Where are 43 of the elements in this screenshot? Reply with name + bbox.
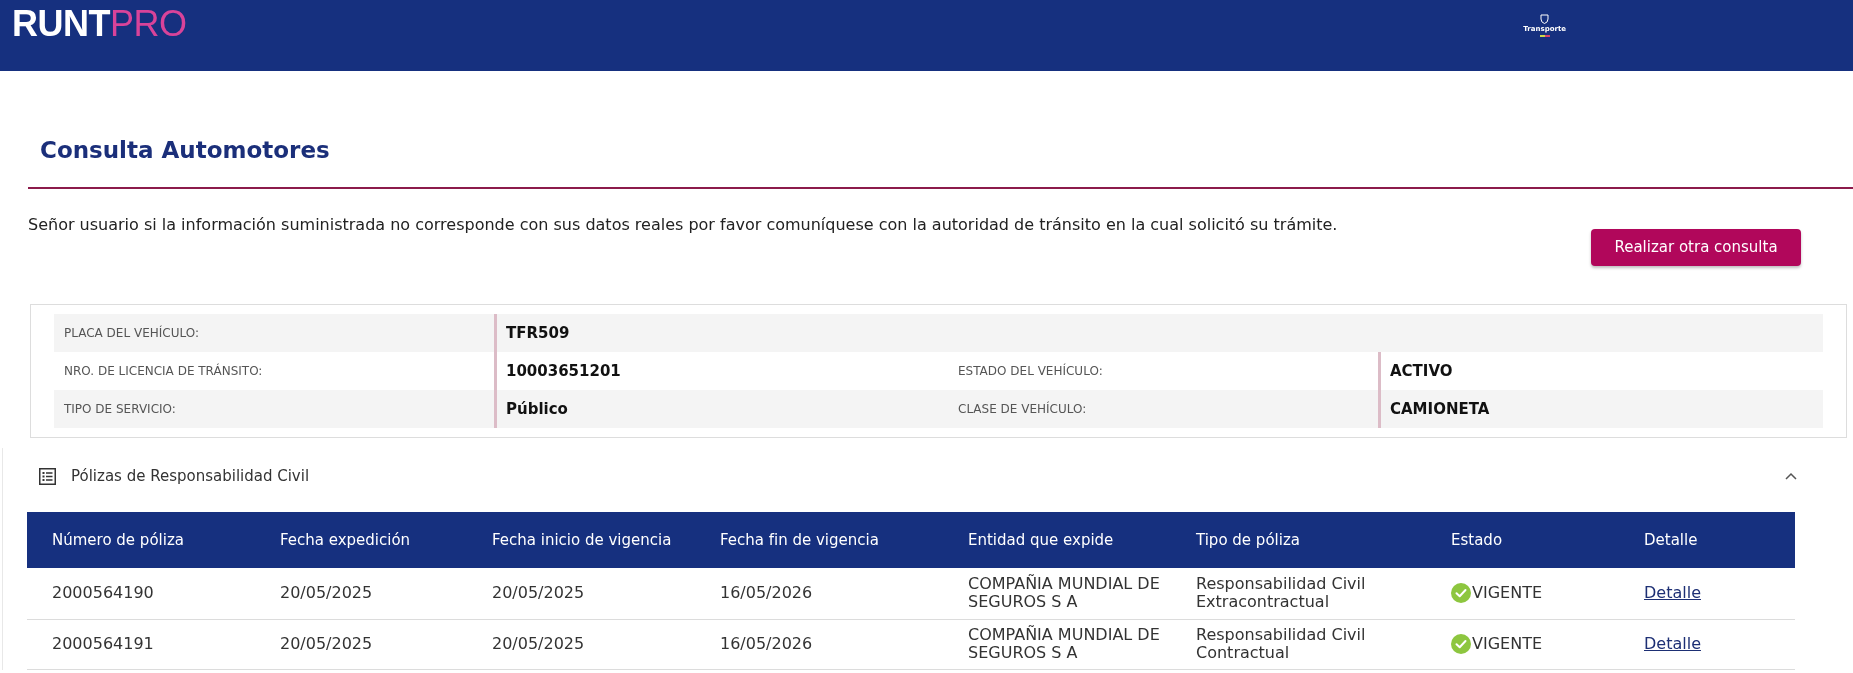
column-header: Tipo de póliza bbox=[1196, 512, 1451, 568]
field-label: CLASE DE VEHÍCULO: bbox=[957, 400, 1088, 418]
runt-pro-logo: RUNTPRO bbox=[11, 2, 187, 42]
field-label: TIPO DE SERVICIO: bbox=[63, 401, 177, 418]
column-header: Fecha expedición bbox=[280, 512, 492, 568]
column-header: Fecha fin de vigencia bbox=[720, 512, 968, 568]
field-value: CAMIONETA bbox=[1378, 390, 1823, 428]
field-label: NRO. DE LICENCIA DE TRÁNSITO: bbox=[63, 362, 264, 380]
detail-link[interactable]: Detalle bbox=[1644, 633, 1701, 653]
page-title: Consulta Automotores bbox=[40, 136, 331, 165]
table-cell: Responsabilidad Civil Contractual bbox=[1196, 619, 1451, 669]
check-circle-icon bbox=[1451, 583, 1471, 604]
table-cell: 16/05/2026 bbox=[720, 619, 968, 669]
field-value: TFR509 bbox=[494, 314, 948, 352]
field-label: ESTADO DEL VEHÍCULO: bbox=[957, 362, 1104, 380]
status-text: VIGENTE bbox=[1472, 634, 1543, 654]
column-header: Estado bbox=[1451, 512, 1644, 568]
status-text: VIGENTE bbox=[1472, 584, 1543, 603]
table-cell: 20/05/2025 bbox=[280, 619, 492, 669]
shield-icon bbox=[1540, 14, 1550, 24]
table-cell: 20/05/2025 bbox=[492, 619, 720, 669]
table-cell: 2000564190 bbox=[27, 568, 280, 619]
detail-link[interactable]: Detalle bbox=[1644, 583, 1701, 603]
field-label: PLACA DEL VEHÍCULO: bbox=[63, 324, 200, 342]
column-header: Número de póliza bbox=[27, 512, 280, 568]
column-header: Entidad que expide bbox=[968, 512, 1196, 568]
table-cell: 20/05/2025 bbox=[492, 568, 720, 619]
table-cell: COMPAÑIA MUNDIAL DE SEGUROS S A bbox=[968, 619, 1196, 669]
table-cell: 20/05/2025 bbox=[280, 568, 492, 619]
section-title: Pólizas de Responsabilidad Civil bbox=[71, 465, 310, 487]
table-cell: 16/05/2026 bbox=[720, 568, 968, 619]
new-query-button[interactable]: Realizar otra consulta bbox=[1591, 229, 1801, 266]
chevron-up-icon[interactable] bbox=[1785, 472, 1797, 480]
column-header: Fecha inicio de vigencia bbox=[492, 512, 720, 568]
list-icon bbox=[39, 467, 56, 485]
table-cell: COMPAÑIA MUNDIAL DE SEGUROS S A bbox=[968, 568, 1196, 619]
table-cell: 2000564191 bbox=[27, 619, 280, 669]
check-circle-icon bbox=[1451, 634, 1471, 654]
column-header: Detalle bbox=[1644, 512, 1795, 568]
table-cell: Responsabilidad Civil Extracontractual bbox=[1196, 568, 1451, 619]
notice-text: Señor usuario si la información suministrada no corresponde con sus datos reales por favor comuníquese con la autoridad de tránsito en la cual solicitó su trámite. bbox=[28, 214, 1338, 236]
field-value: Público bbox=[494, 390, 948, 428]
stripe-icon bbox=[1539, 35, 1550, 37]
